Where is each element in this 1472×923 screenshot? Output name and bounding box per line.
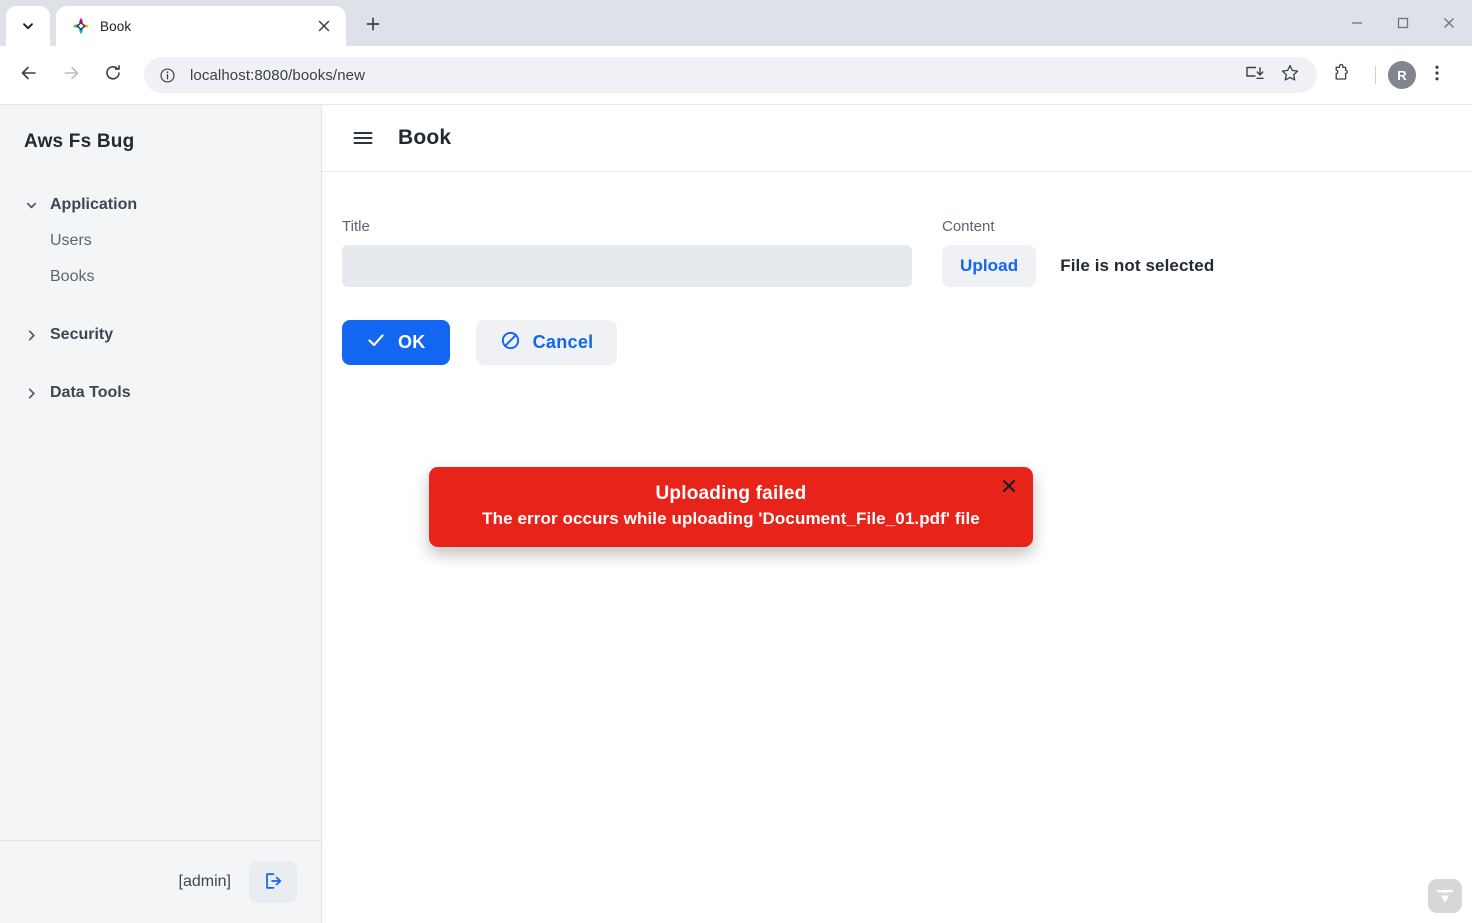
sidebar-item-users[interactable]: Users bbox=[0, 223, 321, 259]
info-circle-icon[interactable] bbox=[156, 64, 178, 86]
forward-button bbox=[54, 58, 88, 92]
vaadin-diamond-favicon bbox=[72, 17, 90, 35]
address-bar-url: localhost:8080/books/new bbox=[190, 66, 366, 84]
hamburger-menu-icon[interactable] bbox=[348, 123, 378, 153]
toolbar-divider bbox=[1375, 66, 1376, 84]
app-header: Book bbox=[322, 105, 1472, 172]
sidebar-group-security[interactable]: Security bbox=[0, 317, 321, 353]
sidebar-group-label: Security bbox=[50, 326, 114, 343]
content-field-group: Content Upload File is not selected bbox=[942, 218, 1214, 287]
bookmark-button[interactable] bbox=[1273, 58, 1307, 92]
install-app-icon bbox=[1244, 63, 1264, 88]
puzzle-piece-icon bbox=[1332, 63, 1352, 88]
cancel-button-label: Cancel bbox=[532, 332, 594, 352]
check-icon bbox=[366, 330, 386, 355]
browser-window: Book localhost:8080/books/new R Aws Fs B… bbox=[0, 0, 1472, 923]
logout-icon bbox=[262, 870, 284, 895]
toolbar-right-actions: R bbox=[1325, 58, 1462, 92]
page-title: Book bbox=[398, 126, 452, 149]
sidebar-item-books[interactable]: Books bbox=[0, 259, 321, 295]
three-dot-menu-icon bbox=[1427, 63, 1447, 88]
sidebar-brand: Aws Fs Bug bbox=[24, 131, 135, 152]
chevron-right-icon bbox=[24, 386, 44, 401]
sidebar-group-application[interactable]: Application bbox=[0, 187, 321, 223]
tab-title: Book bbox=[100, 18, 132, 34]
back-button[interactable] bbox=[12, 58, 46, 92]
page-body: Aws Fs Bug Application Users Books Secur… bbox=[0, 105, 1472, 923]
browser-titlebar: Book bbox=[0, 0, 1472, 46]
plus-icon bbox=[365, 16, 381, 37]
profile-avatar[interactable]: R bbox=[1388, 61, 1416, 89]
sidebar: Aws Fs Bug Application Users Books Secur… bbox=[0, 105, 322, 923]
error-toast: Uploading failed The error occurs while … bbox=[429, 467, 1033, 547]
arrow-left-icon bbox=[19, 63, 39, 88]
sidebar-group-label: Data Tools bbox=[50, 384, 131, 401]
main-content: Book Title Content Upload File is not se… bbox=[322, 105, 1472, 923]
toast-close-button[interactable] bbox=[998, 476, 1020, 498]
chevron-down-icon bbox=[24, 198, 44, 213]
vaadin-logo-icon[interactable] bbox=[1428, 879, 1462, 913]
arrow-right-icon bbox=[61, 63, 81, 88]
sidebar-group-data-tools[interactable]: Data Tools bbox=[0, 375, 321, 411]
ban-circle-icon bbox=[500, 330, 521, 356]
reload-icon bbox=[103, 63, 123, 88]
window-controls bbox=[1334, 0, 1472, 46]
window-close-button[interactable] bbox=[1426, 0, 1472, 46]
title-input[interactable] bbox=[342, 245, 912, 287]
content-field-label: Content bbox=[942, 218, 995, 235]
window-minimize-button[interactable] bbox=[1334, 0, 1380, 46]
logout-button[interactable] bbox=[249, 861, 297, 903]
chevron-right-icon bbox=[24, 328, 44, 343]
address-bar-actions bbox=[1237, 58, 1309, 92]
upload-row: Upload File is not selected bbox=[942, 245, 1214, 287]
browser-toolbar: localhost:8080/books/new R bbox=[0, 46, 1472, 105]
close-icon bbox=[1002, 479, 1016, 496]
form-actions: OK Cancel bbox=[342, 320, 1446, 365]
install-app-button[interactable] bbox=[1237, 58, 1271, 92]
new-tab-button[interactable] bbox=[356, 9, 390, 43]
sidebar-footer: [admin] bbox=[0, 840, 321, 923]
star-icon bbox=[1280, 63, 1300, 88]
browser-menu-button[interactable] bbox=[1420, 58, 1454, 92]
ok-button[interactable]: OK bbox=[342, 320, 450, 365]
upload-button[interactable]: Upload bbox=[942, 245, 1037, 287]
current-user-label: [admin] bbox=[178, 873, 231, 890]
file-status-label: File is not selected bbox=[1060, 256, 1215, 275]
ok-button-label: OK bbox=[398, 332, 426, 352]
title-field-label: Title bbox=[342, 218, 370, 235]
reload-button[interactable] bbox=[96, 58, 130, 92]
toast-message: The error occurs while uploading 'Docume… bbox=[482, 509, 980, 528]
toast-title: Uploading failed bbox=[655, 483, 807, 504]
window-maximize-button[interactable] bbox=[1380, 0, 1426, 46]
form-area: Title Content Upload File is not selecte… bbox=[322, 172, 1472, 923]
chevron-down-icon bbox=[21, 19, 35, 33]
cancel-button[interactable]: Cancel bbox=[475, 320, 618, 365]
browser-tab[interactable]: Book bbox=[56, 6, 346, 46]
tab-search-button[interactable] bbox=[6, 6, 50, 46]
sidebar-nav: Application Users Books Security Data To… bbox=[0, 187, 321, 840]
extensions-button[interactable] bbox=[1325, 58, 1359, 92]
tab-close-button[interactable] bbox=[312, 14, 336, 38]
form-fields-row: Title Content Upload File is not selecte… bbox=[342, 218, 1446, 287]
sidebar-group-label: Application bbox=[50, 196, 138, 213]
title-field-group: Title bbox=[342, 218, 912, 287]
address-bar[interactable]: localhost:8080/books/new bbox=[144, 57, 1317, 93]
